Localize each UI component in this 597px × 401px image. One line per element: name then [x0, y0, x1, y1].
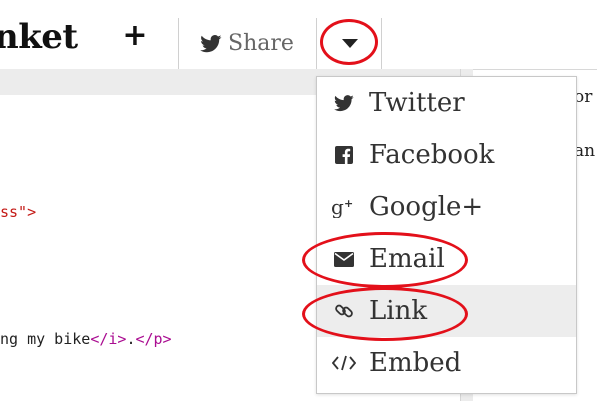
toolbar-divider	[381, 18, 382, 69]
menu-item-label: Email	[369, 244, 445, 274]
preview-text: an	[574, 141, 596, 161]
google-plus-icon: g +	[331, 196, 357, 218]
svg-text:+: +	[344, 197, 353, 210]
link-icon	[331, 301, 357, 321]
menu-item-label: Facebook	[369, 140, 495, 170]
facebook-icon	[331, 146, 357, 164]
code-text: ng my bike	[0, 330, 91, 348]
share-label: Share	[228, 31, 294, 56]
menu-item-embed[interactable]: Embed	[317, 337, 576, 389]
code-icon	[331, 355, 357, 371]
menu-item-facebook[interactable]: Facebook	[317, 129, 576, 181]
menu-item-label: Google+	[369, 192, 484, 222]
caret-down-icon	[342, 38, 358, 49]
toolbar-divider	[316, 18, 317, 69]
code-tag: </p>	[135, 330, 172, 348]
menu-item-twitter[interactable]: Twitter	[317, 77, 576, 129]
twitter-icon	[331, 94, 357, 112]
menu-item-label: Twitter	[369, 88, 465, 118]
share-button[interactable]: Share	[178, 18, 316, 69]
code-line: ng my bike</i>.</p>	[0, 330, 172, 348]
code-tag: </i>	[90, 330, 127, 348]
menu-item-link[interactable]: Link	[317, 285, 576, 337]
menu-item-google-plus[interactable]: g + Google+	[317, 181, 576, 233]
menu-item-label: Embed	[369, 348, 462, 378]
add-button[interactable]: +	[118, 20, 152, 54]
toolbar: nket + Share	[0, 0, 597, 70]
code-string: ss">	[0, 203, 37, 221]
app-title: nket	[0, 17, 78, 57]
menu-item-email[interactable]: Email	[317, 233, 576, 285]
code-line: ss">	[0, 203, 36, 221]
share-options-dropdown-button[interactable]	[319, 18, 381, 69]
share-dropdown-menu: Twitter Facebook g + Google+ Email Link …	[316, 76, 577, 394]
menu-item-label: Link	[369, 296, 428, 326]
envelope-icon	[331, 251, 357, 267]
svg-text:g: g	[331, 196, 344, 218]
twitter-icon	[200, 34, 222, 53]
